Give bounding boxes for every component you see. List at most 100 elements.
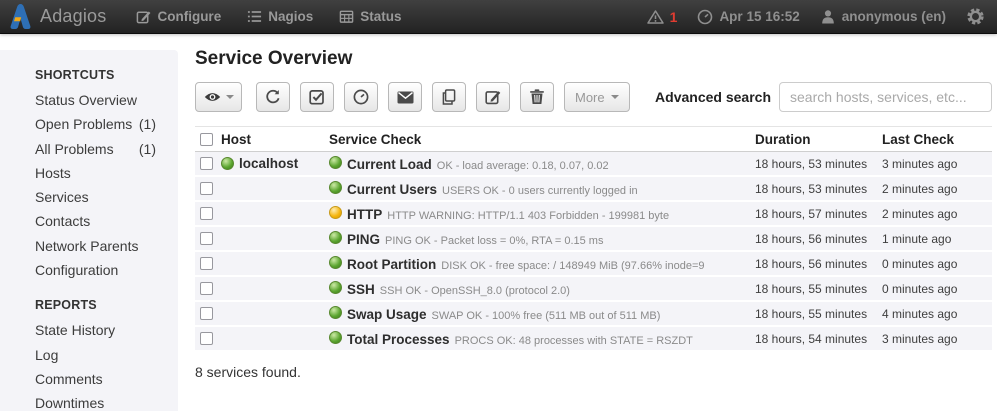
service-table: Host Service Check Duration Last Check l… (195, 126, 992, 380)
last-check-value: 0 minutes ago (882, 282, 992, 296)
service-detail: PROCS OK: 48 processes with STATE = RSZD… (455, 335, 693, 347)
service-status-icon (329, 231, 342, 244)
last-check-value: 4 minutes ago (882, 307, 992, 321)
service-name[interactable]: Current Users (347, 182, 437, 197)
row-checkbox[interactable] (200, 307, 213, 320)
row-checkbox[interactable] (200, 207, 213, 220)
table-row: localhost Current Load OK - load average… (195, 152, 992, 177)
last-check-value: 2 minutes ago (882, 207, 992, 221)
sidebar-item-label: State History (35, 318, 115, 342)
last-check-value: 0 minutes ago (882, 257, 992, 271)
sidebar-item-badge: (1) (139, 112, 156, 136)
row-checkbox[interactable] (200, 232, 213, 245)
brand[interactable]: Adagios (10, 4, 106, 29)
service-status-icon (329, 331, 342, 344)
sidebar-section-shortcuts: SHORTCUTS (0, 62, 178, 88)
table-row: HTTP HTTP WARNING: HTTP/1.1 403 Forbidde… (195, 202, 992, 227)
adagios-logo-icon (10, 4, 31, 29)
service-status-icon (329, 181, 342, 194)
sidebar-item-label: Network Parents (35, 234, 138, 258)
service-detail: OK - load average: 0.18, 0.07, 0.02 (437, 160, 609, 172)
chevron-down-icon (611, 95, 619, 99)
service-status-icon (329, 156, 342, 169)
sidebar-item-label: Contacts (35, 209, 90, 233)
sidebar-item-label: Configuration (35, 258, 118, 282)
user-menu[interactable]: anonymous (en) (820, 9, 946, 25)
duration-value: 18 hours, 57 minutes (755, 207, 882, 221)
sidebar-item[interactable]: All Problems (1) (0, 137, 178, 161)
service-detail: SWAP OK - 100% free (511 MB out of 511 M… (432, 310, 661, 322)
copy-button[interactable] (432, 82, 466, 112)
view-options-button[interactable] (195, 82, 242, 112)
sidebar: SHORTCUTS Status Overview Open Problems … (0, 50, 178, 411)
nav-nagios[interactable]: Nagios (247, 9, 313, 24)
sidebar-item[interactable]: Configuration (0, 258, 178, 282)
chevron-down-icon (226, 95, 234, 99)
acknowledge-button[interactable] (300, 82, 334, 112)
host-name[interactable]: localhost (239, 156, 298, 171)
datetime-indicator[interactable]: Apr 15 16:52 (697, 9, 799, 25)
edit-button[interactable] (476, 82, 510, 112)
nav-status[interactable]: Status (339, 9, 401, 24)
duration-value: 18 hours, 56 minutes (755, 257, 882, 271)
row-checkbox[interactable] (200, 182, 213, 195)
sidebar-item[interactable]: Comments (0, 367, 178, 391)
sidebar-section-reports: REPORTS (0, 292, 178, 318)
service-status-icon (329, 306, 342, 319)
brand-name: Adagios (40, 6, 106, 27)
top-navbar: Adagios Configure Nagios (0, 0, 997, 34)
sidebar-item-label: All Problems (35, 137, 114, 161)
service-status-icon (329, 206, 342, 219)
nav-configure-label: Configure (157, 9, 221, 24)
sidebar-item[interactable]: Services (0, 185, 178, 209)
sidebar-item[interactable]: State History (0, 318, 178, 342)
service-name[interactable]: SSH (347, 282, 375, 297)
sidebar-item[interactable]: Status Overview (0, 88, 178, 112)
sidebar-item[interactable]: Contacts (0, 209, 178, 233)
sidebar-item-label: Downtimes (35, 391, 104, 411)
nav-status-label: Status (360, 9, 401, 24)
service-status-icon (329, 281, 342, 294)
service-detail: DISK OK - free space: / 148949 MiB (97.6… (441, 260, 704, 272)
service-name[interactable]: Root Partition (347, 257, 436, 272)
select-all-checkbox[interactable] (200, 133, 213, 146)
sidebar-item[interactable]: Hosts (0, 161, 178, 185)
table-row: PING PING OK - Packet loss = 0%, RTA = 0… (195, 227, 992, 252)
user-icon (820, 9, 836, 25)
row-checkbox[interactable] (200, 257, 213, 270)
sidebar-item-label: Open Problems (35, 112, 132, 136)
nav-configure[interactable]: Configure (136, 9, 221, 24)
search-input[interactable] (779, 82, 992, 112)
alerts-indicator[interactable]: 1 (647, 9, 678, 25)
service-name[interactable]: HTTP (347, 207, 382, 222)
table-row: Current Users USERS OK - 0 users current… (195, 177, 992, 202)
reschedule-button[interactable] (344, 82, 378, 112)
refresh-button[interactable] (256, 82, 290, 112)
last-check-value: 1 minute ago (882, 232, 992, 246)
service-detail: USERS OK - 0 users currently logged in (442, 185, 638, 197)
row-checkbox[interactable] (200, 332, 213, 345)
sidebar-item-label: Comments (35, 367, 103, 391)
alerts-count: 1 (670, 9, 678, 25)
clock-icon (353, 89, 369, 105)
sidebar-item-label: Hosts (35, 161, 71, 185)
edit-pencil-icon (485, 89, 501, 105)
notify-button[interactable] (388, 82, 422, 112)
service-name[interactable]: PING (347, 232, 380, 247)
sidebar-item[interactable]: Log (0, 343, 178, 367)
sidebar-item[interactable]: Downtimes (0, 391, 178, 411)
sidebar-item[interactable]: Open Problems (1) (0, 112, 178, 136)
nav-nagios-label: Nagios (268, 9, 313, 24)
service-name[interactable]: Swap Usage (347, 307, 427, 322)
more-button[interactable]: More (564, 82, 630, 112)
service-name[interactable]: Total Processes (347, 332, 450, 347)
sidebar-item[interactable]: Network Parents (0, 234, 178, 258)
page-title: Service Overview (195, 48, 992, 70)
delete-button[interactable] (520, 82, 554, 112)
gear-icon[interactable] (966, 7, 985, 26)
service-name[interactable]: Current Load (347, 157, 432, 172)
table-row: SSH SSH OK - OpenSSH_8.0 (protocol 2.0) … (195, 277, 992, 302)
row-checkbox[interactable] (200, 282, 213, 295)
envelope-icon (397, 91, 414, 104)
row-checkbox[interactable] (200, 157, 213, 170)
